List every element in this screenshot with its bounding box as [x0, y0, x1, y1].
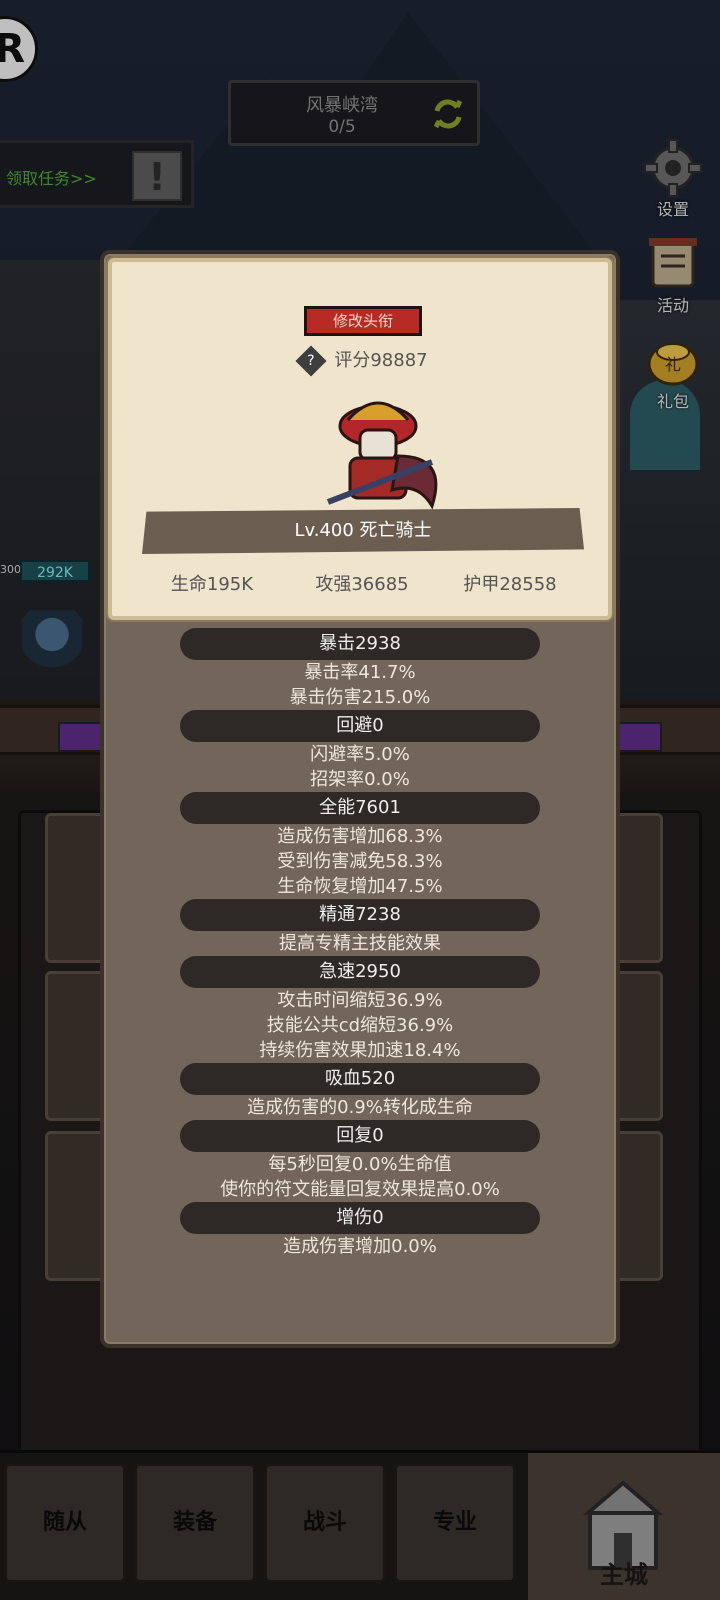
- stat-line: 持续伤害效果加速18.4%: [259, 1040, 461, 1061]
- rating-row: ? 评分98887: [112, 345, 616, 377]
- secondary-stats-list: 暴击2938 暴击率41.7% 暴击伤害215.0% 回避0 闪避率5.0% 招…: [104, 628, 616, 1259]
- stat-line: 使你的符文能量回复效果提高0.0%: [220, 1179, 500, 1200]
- rating-value: 98887: [370, 350, 428, 371]
- stat-line: 技能公共cd缩短36.9%: [266, 1015, 454, 1036]
- stat-line: 提高专精主技能效果: [279, 933, 441, 954]
- stat-head-avoidance: 回避0: [180, 710, 540, 742]
- stat-line: 招架率0.0%: [310, 769, 410, 790]
- stat-attack-power: 攻强36685: [315, 574, 409, 595]
- stat-head-damage-bonus: 增伤0: [180, 1202, 540, 1234]
- stat-head-haste: 急速2950: [180, 956, 540, 988]
- hero-stats-dialog: 修改头衔 ? 评分98887 Lv.400 死亡骑士 生命195K 攻强36685…: [100, 250, 620, 1348]
- stat-head-recovery: 回复0: [180, 1120, 540, 1152]
- stat-line: 暴击率41.7%: [304, 662, 416, 683]
- stat-line: 受到伤害减免58.3%: [277, 851, 443, 872]
- hero-name: Lv.400 死亡骑士: [142, 508, 584, 554]
- stat-line: 生命恢复增加47.5%: [277, 876, 443, 897]
- stat-head-versatility: 全能7601: [180, 792, 540, 824]
- stat-line: 每5秒回复0.0%生命值: [268, 1154, 452, 1175]
- stat-head-crit: 暴击2938: [180, 628, 540, 660]
- stat-line: 造成伤害的0.9%转化成生命: [247, 1097, 473, 1118]
- stat-health: 生命195K: [170, 574, 254, 595]
- death-knight-portrait: [326, 401, 438, 510]
- stat-head-lifesteal: 吸血520: [180, 1063, 540, 1095]
- edit-title-button[interactable]: 修改头衔: [304, 306, 422, 336]
- rating-prefix: 评分: [334, 350, 371, 371]
- stat-armor: 护甲28558: [463, 574, 557, 595]
- help-icon[interactable]: ?: [295, 345, 327, 377]
- stat-line: 造成伤害增加0.0%: [283, 1236, 437, 1257]
- hero-card: 修改头衔 ? 评分98887 Lv.400 死亡骑士 生命195K 攻强36685…: [108, 258, 612, 620]
- stat-line: 造成伤害增加68.3%: [277, 826, 443, 847]
- stat-line: 攻击时间缩短36.9%: [277, 990, 443, 1011]
- stat-line: 闪避率5.0%: [310, 744, 410, 765]
- stat-line: 暴击伤害215.0%: [289, 687, 431, 708]
- stat-head-mastery: 精通7238: [180, 899, 540, 931]
